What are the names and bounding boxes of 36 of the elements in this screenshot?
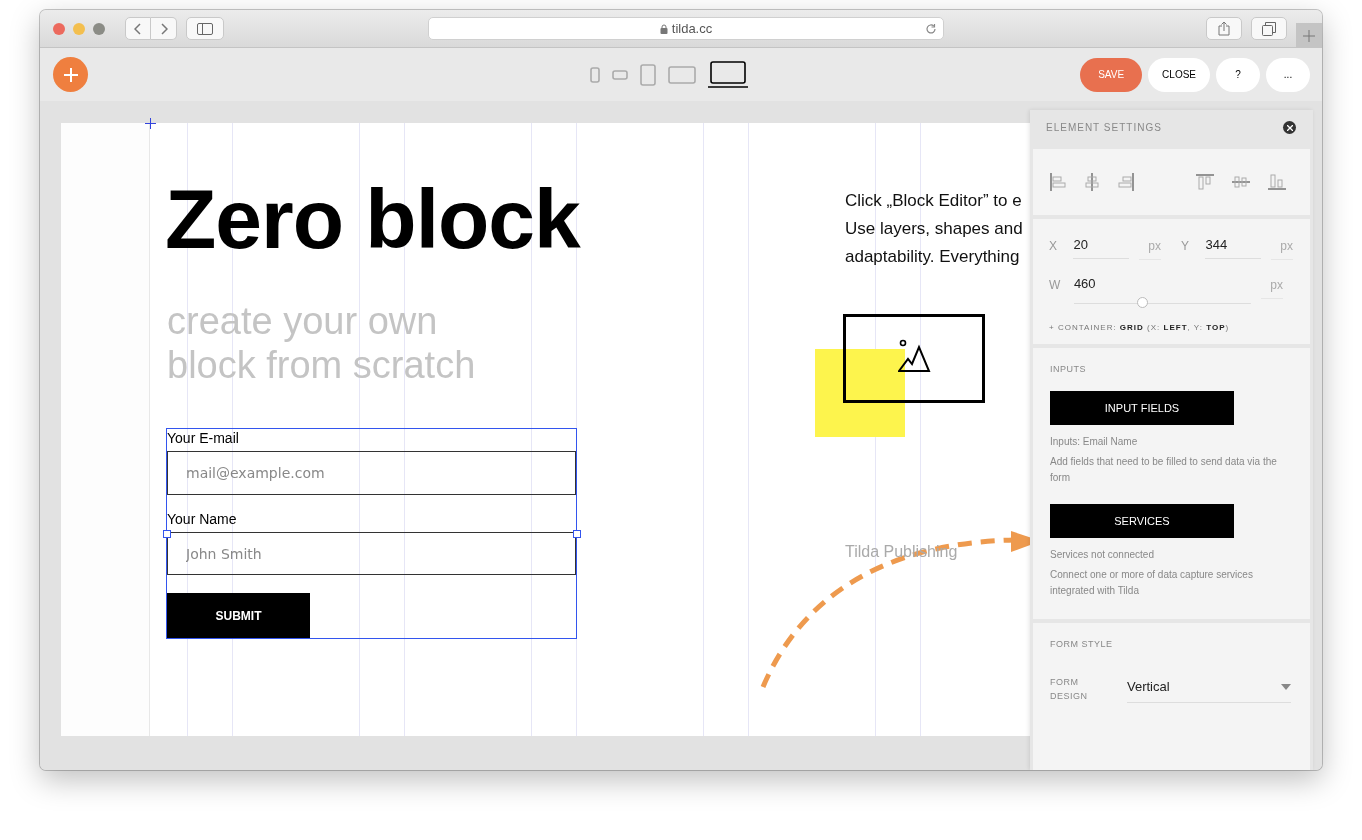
- field-label: Your Name: [167, 510, 237, 527]
- number-field[interactable]: 20: [1073, 231, 1130, 259]
- toolbar-button[interactable]: ...: [1266, 57, 1310, 92]
- paragraph-line[interactable]: adaptability. Everything: [845, 243, 1023, 271]
- paragraph-line[interactable]: Click „Block Editor” to e: [845, 187, 1023, 215]
- unit-label: px: [1260, 270, 1283, 299]
- services-button[interactable]: SERVICES: [1050, 504, 1234, 538]
- container-note[interactable]: + CONTAINER: GRID (X: LEFT, Y: TOP): [1049, 323, 1293, 332]
- hint-text: Add fields that need to be filled to send data via the form: [1050, 455, 1278, 485]
- form-selection[interactable]: Your E-mail mail@example.com Your Name John Smith SUBMIT: [166, 428, 577, 639]
- status-text: Services not connected: [1050, 549, 1154, 560]
- section-heading: INPUTS: [1050, 364, 1086, 374]
- address-bar[interactable]: tilda.cc: [428, 17, 944, 40]
- field-label: X: [1049, 238, 1058, 253]
- field-label: FORM DESIGN: [1050, 676, 1089, 703]
- input-field[interactable]: mail@example.com: [167, 451, 576, 495]
- input-fields-button[interactable]: INPUT FIELDS: [1050, 391, 1234, 425]
- field-label: Y: [1181, 238, 1190, 253]
- hint-text: Connect one or more of data capture services integrated with Tilda: [1050, 568, 1254, 598]
- number-field[interactable]: 460: [1073, 270, 1251, 297]
- number-field[interactable]: 344: [1205, 231, 1262, 259]
- panel-title: ELEMENT SETTINGS: [1046, 122, 1162, 133]
- dropdown[interactable]: Vertical: [1127, 675, 1291, 703]
- field-label: W: [1049, 277, 1062, 292]
- section-heading: FORM STYLE: [1050, 639, 1113, 649]
- unit-label: px: [1139, 231, 1161, 260]
- url-text: tilda.cc: [671, 21, 713, 36]
- paragraph-line[interactable]: Use layers, shapes and: [845, 215, 1023, 243]
- status-text: Inputs: Email Name: [1050, 436, 1138, 447]
- toolbar-button[interactable]: ?: [1216, 57, 1260, 92]
- unit-label: px: [1271, 231, 1293, 260]
- submit-button[interactable]: SUBMIT: [167, 593, 310, 638]
- field-label: Your E-mail: [167, 430, 239, 446]
- block-title[interactable]: Zero block: [165, 171, 580, 268]
- toolbar-button[interactable]: CLOSE: [1148, 57, 1210, 92]
- input-field[interactable]: John Smith: [167, 531, 576, 576]
